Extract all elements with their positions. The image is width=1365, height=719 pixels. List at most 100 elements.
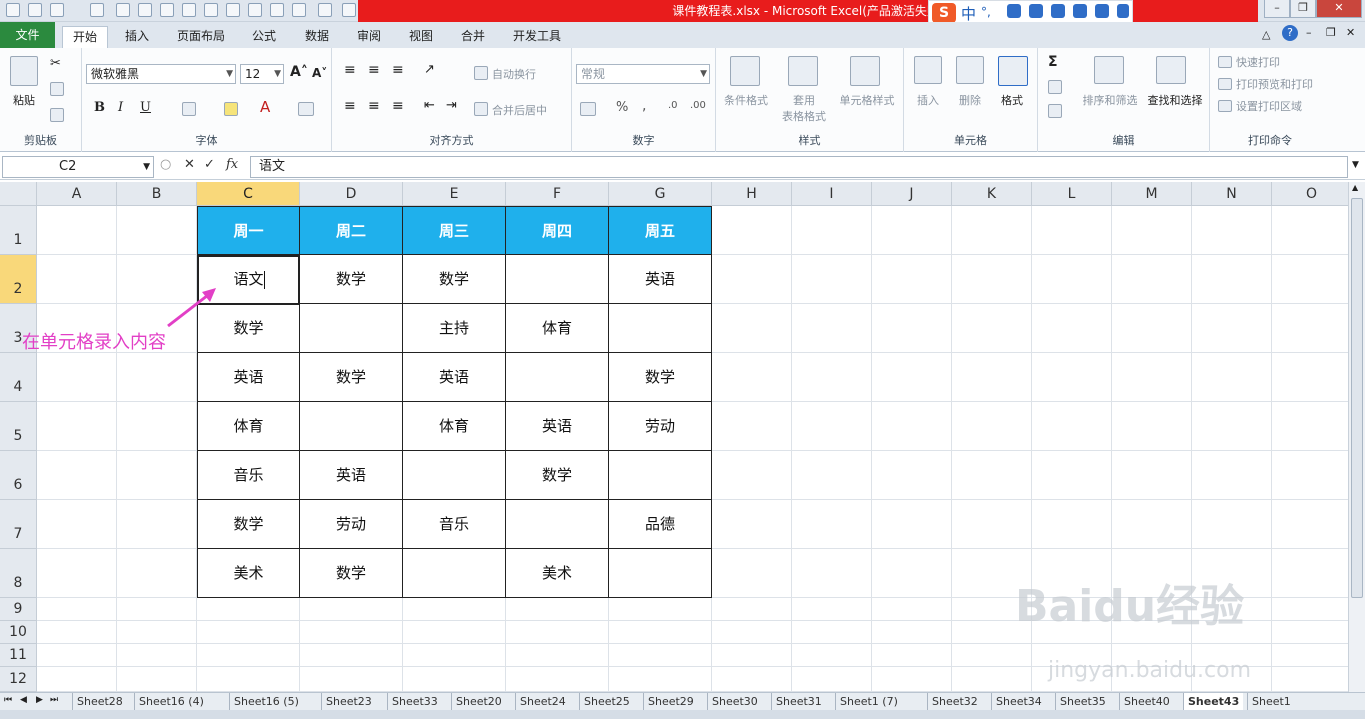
phonetic-icon[interactable] (298, 102, 314, 116)
sort-filter-button[interactable]: 排序和筛选 (1078, 92, 1142, 108)
quick-access-icon[interactable] (204, 3, 218, 17)
quick-access-icon[interactable] (270, 3, 284, 17)
column-header-o[interactable]: O (1272, 182, 1348, 206)
font-size-combo[interactable]: 12 ▼ (240, 64, 284, 84)
tab-formulas[interactable]: 公式 (240, 26, 288, 48)
column-header-d[interactable]: D (300, 182, 403, 206)
format-cells-button[interactable]: 格式 (992, 92, 1032, 108)
ime-mode[interactable]: 中 (961, 3, 976, 24)
cut-icon[interactable]: ✂ (50, 56, 61, 71)
table-cell[interactable]: 数学 (403, 255, 506, 304)
table-cell[interactable] (506, 500, 609, 549)
align-right-icon[interactable]: ≡ (392, 98, 404, 114)
copy-icon[interactable] (50, 82, 64, 96)
sheet-tab-sheet40[interactable]: Sheet40 (1119, 693, 1174, 710)
table-cell[interactable]: 体育 (403, 402, 506, 451)
row-header-7[interactable]: 7 (0, 500, 37, 549)
column-header-i[interactable]: I (792, 182, 872, 206)
row-header-12[interactable]: 12 (0, 667, 37, 692)
orientation-icon[interactable]: ↗ (424, 62, 435, 77)
help-icon[interactable]: ? (1282, 25, 1298, 41)
conditional-format-button[interactable]: 条件格式 (718, 92, 774, 108)
merge-center-icon[interactable] (474, 102, 488, 116)
column-header-a[interactable]: A (37, 182, 117, 206)
sogou-logo-icon[interactable]: S (932, 3, 956, 23)
table-cell[interactable] (403, 549, 506, 598)
tab-file[interactable]: 文件 (0, 22, 55, 48)
row-header-11[interactable]: 11 (0, 644, 37, 667)
format-as-table-button[interactable]: 套用 (776, 92, 832, 108)
table-cell[interactable] (300, 402, 403, 451)
enter-icon[interactable]: ✓ (204, 157, 215, 172)
row-header-5[interactable]: 5 (0, 402, 37, 451)
table-cell[interactable] (506, 255, 609, 304)
last-sheet-icon[interactable]: ⏭ (50, 695, 58, 705)
column-header-k[interactable]: K (952, 182, 1032, 206)
mic-icon[interactable] (1029, 4, 1043, 18)
conditional-format-icon[interactable] (730, 56, 760, 86)
restore-button[interactable]: ❐ (1290, 0, 1316, 18)
column-header-g[interactable]: G (609, 182, 712, 206)
keyboard-icon[interactable] (1051, 4, 1065, 18)
doc-minimize-icon[interactable]: – (1306, 26, 1312, 39)
grid-icon[interactable] (1117, 4, 1129, 18)
comma-button[interactable]: , (642, 98, 646, 114)
doc-restore-icon[interactable]: ❐ (1326, 26, 1336, 39)
insert-cells-icon[interactable] (914, 56, 942, 84)
column-header-b[interactable]: B (117, 182, 197, 206)
table-cell[interactable]: 音乐 (197, 451, 300, 500)
quick-access-icon[interactable] (292, 3, 306, 17)
row-header-1[interactable]: 1 (0, 206, 37, 255)
table-cell[interactable] (403, 451, 506, 500)
doc-close-icon[interactable]: ✕ (1346, 26, 1355, 39)
sheet-tab-sheet23[interactable]: Sheet23 (321, 693, 376, 710)
fill-icon[interactable] (1048, 80, 1062, 94)
name-box[interactable]: C2 ▼ (2, 156, 154, 178)
sheet-tab-sheet16-4-[interactable]: Sheet16 (4) (134, 693, 208, 710)
next-sheet-icon[interactable]: ▶ (36, 695, 43, 705)
sheet-tab-sheet35[interactable]: Sheet35 (1055, 693, 1110, 710)
column-header-n[interactable]: N (1192, 182, 1272, 206)
clear-icon[interactable] (1048, 104, 1062, 118)
table-cell[interactable]: 品德 (609, 500, 712, 549)
font-name-combo[interactable]: 微软雅黑 ▼ (86, 64, 236, 84)
customize-toolbar-icon[interactable] (342, 3, 356, 17)
table-cell[interactable]: 数学 (300, 353, 403, 402)
border-icon[interactable] (182, 102, 196, 116)
excel-app-icon[interactable] (6, 3, 20, 17)
table-cell[interactable]: 主持 (403, 304, 506, 353)
row-header-4[interactable]: 4 (0, 353, 37, 402)
binoculars-icon[interactable] (1156, 56, 1186, 84)
column-header-m[interactable]: M (1112, 182, 1192, 206)
tab-page-layout[interactable]: 页面布局 (168, 26, 234, 48)
print-icon[interactable] (116, 3, 130, 17)
tab-view[interactable]: 视图 (398, 26, 444, 48)
redo-icon[interactable] (90, 3, 104, 17)
quick-access-icon[interactable] (160, 3, 174, 17)
table-cell[interactable]: 劳动 (609, 402, 712, 451)
formula-input[interactable]: 语文 (250, 156, 1348, 178)
table-cell[interactable]: 美术 (506, 549, 609, 598)
column-header-j[interactable]: J (872, 182, 952, 206)
table-cell[interactable]: 美术 (197, 549, 300, 598)
grow-font-icon[interactable]: A˄ (290, 64, 308, 80)
first-sheet-icon[interactable]: ⏮ (4, 695, 12, 705)
quick-access-icon[interactable] (248, 3, 262, 17)
table-cell[interactable]: 英语 (300, 451, 403, 500)
bold-button[interactable]: B (94, 100, 105, 115)
align-middle-icon[interactable]: ≡ (368, 62, 380, 78)
table-cell[interactable] (609, 451, 712, 500)
table-cell[interactable] (506, 353, 609, 402)
table-cell[interactable]: 数学 (197, 500, 300, 549)
sheet-tab-sheet29[interactable]: Sheet29 (643, 693, 698, 710)
cell-styles-button[interactable]: 单元格样式 (834, 92, 900, 108)
format-cells-icon[interactable] (998, 56, 1028, 86)
sheet-tab-sheet31[interactable]: Sheet31 (771, 693, 826, 710)
preview-icon[interactable] (138, 3, 152, 17)
table-header-cell[interactable]: 周四 (506, 206, 609, 255)
column-header-h[interactable]: H (712, 182, 792, 206)
sheet-tab-sheet33[interactable]: Sheet33 (387, 693, 442, 710)
sort-filter-icon[interactable] (1094, 56, 1124, 84)
table-cell[interactable]: 数学 (506, 451, 609, 500)
insert-function-button[interactable]: fx (226, 157, 238, 172)
